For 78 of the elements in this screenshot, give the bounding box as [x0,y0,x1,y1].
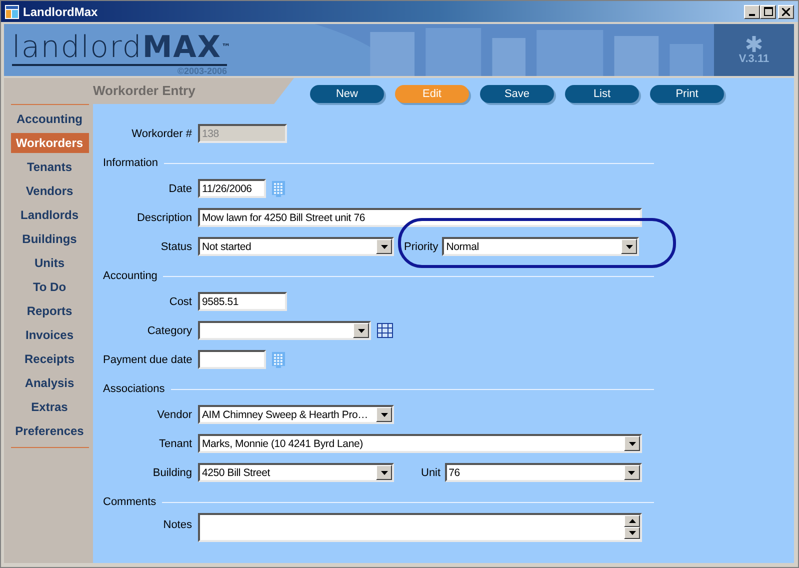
page-title: Workorder Entry [93,83,196,98]
sidebar-item[interactable]: Reports [10,301,88,321]
down-arrow-icon [380,412,388,416]
field-label: Description [136,212,192,224]
dropdown-button[interactable] [376,239,392,254]
section-title: Associations [103,383,165,395]
down-arrow-icon [380,470,388,474]
sidebar-item[interactable]: Vendors [10,181,88,201]
field-label: Status [160,240,192,252]
sidebar-item[interactable]: Receipts [10,349,88,369]
field-label: Priority [404,240,438,252]
date-field[interactable]: 11/26/2006 [198,179,266,198]
field-label: Building [152,466,192,478]
sidebar-item[interactable]: Accounting [10,109,88,129]
dropdown[interactable]: Not started [198,237,394,256]
section-title: Accounting [103,270,158,282]
field-label: Payment due date [103,354,192,366]
down-arrow-icon [628,470,636,474]
field-label: Tenant [158,438,192,450]
maximize-button[interactable] [760,4,776,18]
text-field[interactable]: Mow lawn for 4250 Bill Street unit 76 [198,208,642,227]
sidebar-item[interactable]: Buildings [10,229,88,249]
dropdown[interactable]: Normal [442,237,640,256]
close-icon [782,8,790,16]
maximize-icon [764,7,772,16]
toolbar-button[interactable]: List [565,85,639,103]
down-arrow-icon [380,244,388,248]
version-label: V.3.11 [738,53,770,65]
minimize-button[interactable] [744,4,760,18]
dropdown-button[interactable] [621,239,638,254]
notes-field[interactable] [198,513,642,542]
sidebar-item[interactable]: Tenants [10,157,88,177]
dropdown-button[interactable] [624,465,640,480]
dropdown-button[interactable] [353,323,369,338]
close-button[interactable] [778,4,794,18]
window-title: LandlordMax [23,4,99,18]
field-label: Unit [421,466,441,478]
field-label: Notes [162,518,192,531]
down-arrow-icon [628,531,636,535]
up-arrow-icon [628,519,636,523]
toolbar-button[interactable]: New [310,85,384,103]
section-title: Information [103,157,158,169]
dropdown[interactable]: 76 [444,463,642,482]
minimize-icon [749,14,755,16]
dropdown-button[interactable] [376,465,392,480]
sidebar-item[interactable]: Units [10,253,88,273]
dropdown-button[interactable] [624,436,640,451]
dropdown[interactable]: AIM Chimney Sweep & Hearth Pro… [198,405,394,424]
toolbar-button[interactable]: Save [480,85,554,103]
sidebar-item[interactable]: Workorders [10,133,88,153]
logo: landlord MAX$^{™}$ [12,32,227,66]
list-icon[interactable] [377,323,393,338]
dropdown[interactable] [198,321,371,340]
toolbar-button[interactable]: Print [650,85,724,103]
asterisk-icon [745,35,763,53]
field-label: Vendor [156,408,192,420]
sidebar-item[interactable]: Extras [10,397,88,417]
field-label: Date [168,182,192,194]
field-label: Workorder # [130,128,192,140]
scroll-down-button[interactable] [624,527,640,539]
sidebar-item[interactable]: Invoices [10,325,88,345]
down-arrow-icon [626,244,633,248]
dropdown[interactable]: Marks, Monnie (10 4241 Byrd Lane) [198,434,642,453]
down-arrow-icon [628,442,636,446]
sidebar-item[interactable]: Preferences [10,421,88,441]
field-label: Category [146,324,192,336]
scroll-up-button[interactable] [624,515,640,527]
down-arrow-icon [358,328,364,332]
dropdown-button[interactable] [376,407,392,422]
section-title: Comments [103,496,156,508]
field-label: Cost [168,296,192,308]
sidebar-item[interactable]: Analysis [10,373,88,393]
window-icon [5,4,19,18]
sidebar-item[interactable]: To Do [10,277,88,297]
sidebar-item[interactable]: Landlords [10,205,88,225]
date-field[interactable] [198,350,266,369]
text-field[interactable]: 9585.51 [198,292,287,311]
dropdown[interactable]: 4250 Bill Street [198,463,394,482]
